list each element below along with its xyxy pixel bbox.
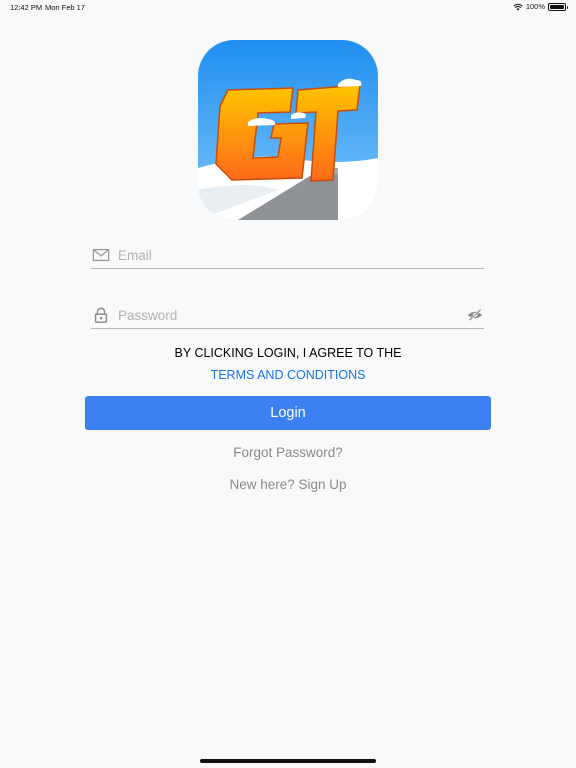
lock-icon [94,307,108,323]
home-indicator [200,759,376,763]
battery-icon [548,2,568,11]
battery-fill [550,4,564,9]
forgot-password-row: Forgot Password? [0,445,576,460]
status-bar: 12:42 PM Mon Feb 17 100% [0,0,576,14]
wifi-icon [513,3,523,10]
status-date: Mon Feb 17 [45,3,86,12]
forgot-password-link[interactable]: Forgot Password? [233,445,343,460]
status-time: 12:42 PM [10,3,43,12]
email-field [91,242,484,269]
password-input[interactable] [118,307,467,323]
sign-up-link[interactable]: New here? Sign Up [229,477,346,492]
battery-percent: 100% [525,2,545,11]
app-logo-graphic [198,40,378,220]
login-button[interactable]: Login [85,396,491,430]
terms-and-conditions-link[interactable]: TERMS AND CONDITIONS [211,368,366,382]
email-input[interactable] [118,247,484,263]
terms-agreement-text: BY CLICKING LOGIN, I AGREE TO THE [174,346,402,360]
sign-up-row: New here? Sign Up [0,477,576,492]
mail-icon [92,248,110,262]
terms-link-row: TERMS AND CONDITIONS [0,368,576,382]
password-field [91,302,484,329]
app-logo [198,40,378,220]
status-indicators: 100% [513,2,568,11]
eye-slash-icon[interactable] [467,308,483,322]
